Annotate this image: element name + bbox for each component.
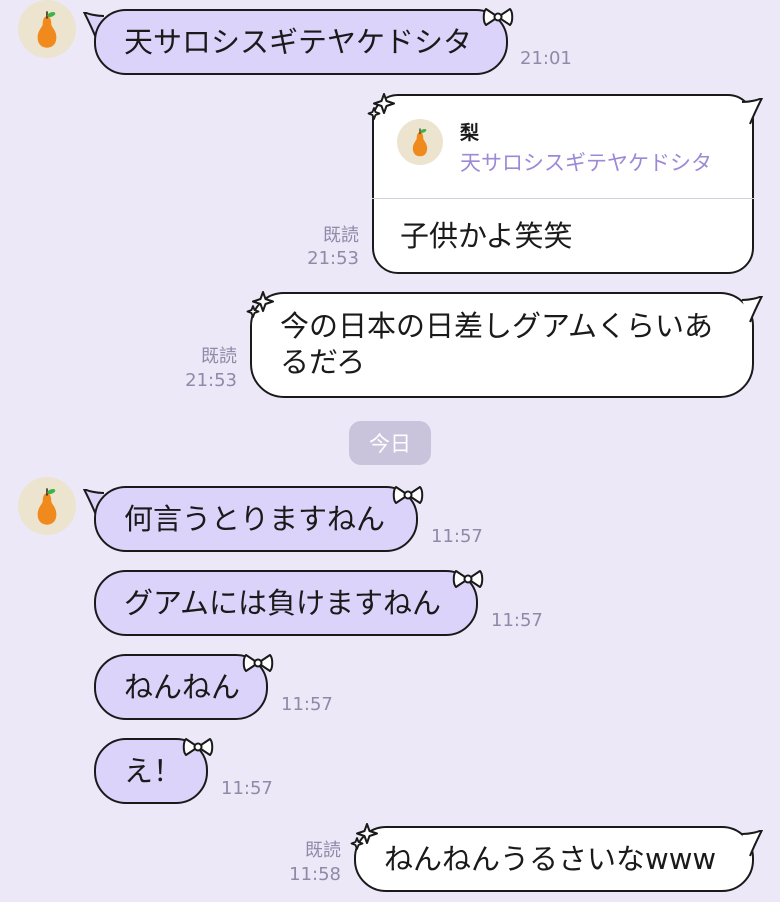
ribbon-bow-icon xyxy=(482,6,514,28)
message-time: 11:57 xyxy=(281,694,333,715)
contact-avatar[interactable] xyxy=(18,477,76,535)
message-time: 21:53 xyxy=(185,370,237,391)
message-time: 21:53 xyxy=(307,248,359,269)
read-receipt: 既読 xyxy=(305,840,341,861)
sparkle-icon xyxy=(349,822,379,852)
message-bubble-outgoing[interactable]: 今の日本の日差しグアムくらいあ るだろ xyxy=(250,292,754,398)
message-text: 子供かよ笑笑 xyxy=(400,219,573,253)
message-time: 11:57 xyxy=(431,526,483,547)
message-time: 21:01 xyxy=(520,48,572,69)
message-bubble-outgoing[interactable]: ねんねんうるさいなwww xyxy=(354,826,754,892)
message-text: グアムには負けますねん xyxy=(124,586,441,620)
message-text: え！ xyxy=(124,754,183,788)
ribbon-bow-icon xyxy=(182,736,214,758)
message-bubble-incoming[interactable]: 何言うとりますねん xyxy=(94,486,418,552)
sparkle-icon xyxy=(366,92,396,122)
ribbon-bow-icon xyxy=(242,652,274,674)
pear-icon xyxy=(30,485,64,527)
ribbon-bow-icon xyxy=(452,568,484,590)
message-time: 11:57 xyxy=(491,610,543,631)
message-text: ねんねんうるさいなwww xyxy=(384,842,717,876)
ribbon-bow-icon xyxy=(392,484,424,506)
message-bubble-incoming[interactable]: グアムには負けますねん xyxy=(94,570,478,636)
date-separator: 今日 xyxy=(349,421,431,465)
message-text-line: 今の日本の日差しグアムくらいあ xyxy=(280,309,713,343)
message-text: 何言うとりますねん xyxy=(124,502,386,536)
sparkle-icon xyxy=(245,290,275,320)
message-text-line: るだろ xyxy=(280,345,366,379)
message-time: 11:57 xyxy=(221,778,273,799)
pear-icon xyxy=(407,126,433,158)
bubble-tail xyxy=(740,830,764,858)
pear-icon xyxy=(30,8,64,50)
reply-avatar xyxy=(397,119,443,165)
read-receipt: 既読 xyxy=(323,225,359,246)
message-text: 天サロシスギテヤケドシタ xyxy=(124,25,473,59)
contact-avatar[interactable] xyxy=(18,0,76,58)
reply-sender-name: 梨 xyxy=(460,122,480,144)
read-receipt: 既読 xyxy=(201,346,237,367)
message-bubble-incoming[interactable]: 天サロシスギテヤケドシタ xyxy=(94,9,508,75)
reply-divider xyxy=(372,198,754,199)
bubble-tail xyxy=(740,296,764,324)
bubble-tail xyxy=(740,98,764,126)
message-time: 11:58 xyxy=(289,864,341,885)
message-text: ねんねん xyxy=(124,670,241,704)
reply-quoted-text: 天サロシスギテヤケドシタ xyxy=(460,151,712,175)
